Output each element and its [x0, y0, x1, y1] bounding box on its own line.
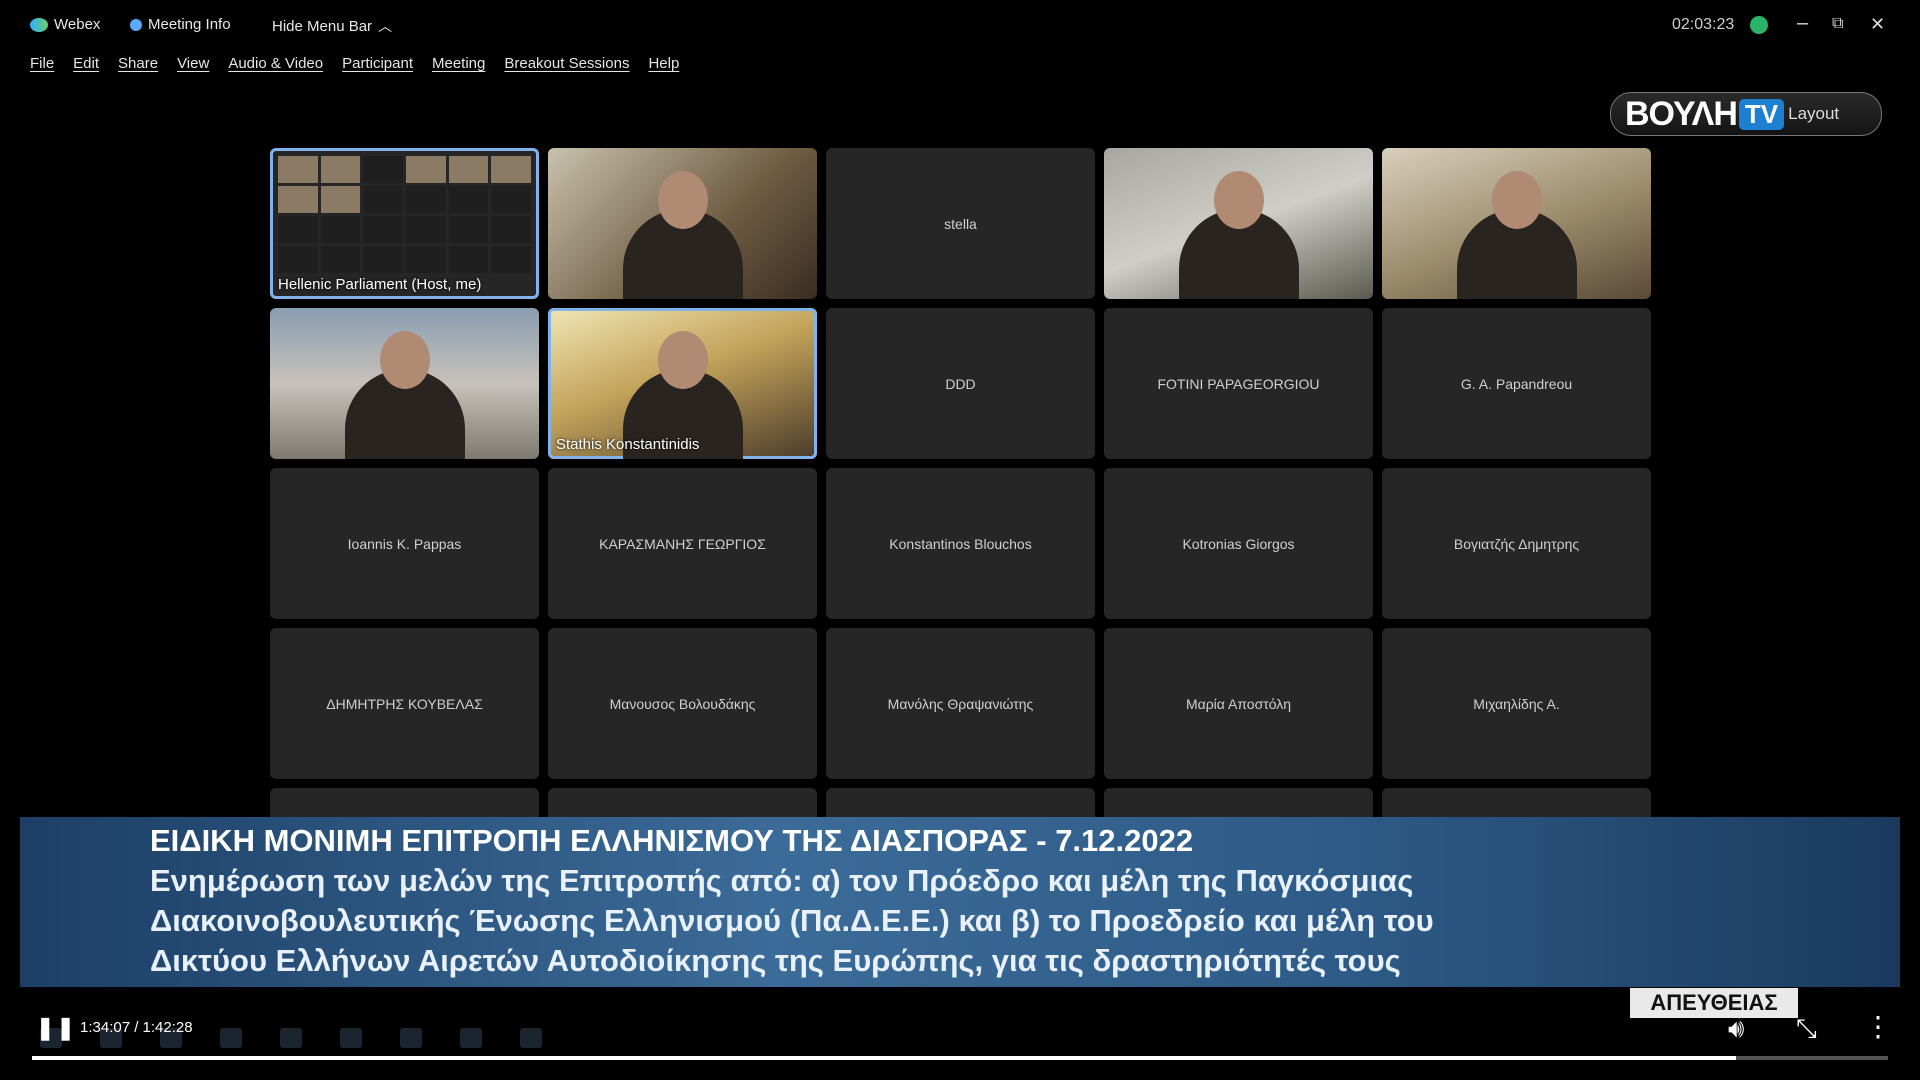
chevron-up-icon: ︿	[378, 18, 393, 34]
participant-tile[interactable]: Konstantinos Blouchos	[826, 468, 1095, 619]
menu-breakout-sessions[interactable]: Breakout Sessions	[504, 55, 629, 72]
participant-tile[interactable]: Μαρία Αποστόλη	[1104, 628, 1373, 779]
tv-badge: TV	[1738, 98, 1785, 130]
participant-tile[interactable]: FOTINI PAPAGEORGIOU	[1104, 308, 1373, 459]
participant-name: Konstantinos Blouchos	[889, 535, 1032, 552]
participant-name: ΚΑΡΑΣΜΑΝΗΣ ΓΕΩΡΓΙΟΣ	[599, 535, 766, 552]
participant-tile[interactable]	[270, 308, 539, 459]
participant-name: stella	[944, 215, 977, 232]
participant-tile[interactable]: Βογιατζής Δημητρης	[1382, 468, 1651, 619]
participant-tile[interactable]: Kotronias Giorgos	[1104, 468, 1373, 619]
menu-share[interactable]: Share	[118, 55, 158, 72]
participant-tile[interactable]: Μανόλης Θραψανιώτης	[826, 628, 1095, 779]
menu-help[interactable]: Help	[648, 55, 679, 72]
app-name: Webex	[54, 16, 101, 33]
participant-name: ΔΗΜΗΤΡΗΣ ΚΟΥΒΕΛΑΣ	[326, 695, 483, 712]
meeting-info-button[interactable]: Meeting Info	[130, 16, 231, 33]
menu-meeting[interactable]: Meeting	[432, 55, 485, 72]
minimize-button[interactable]: –	[1797, 12, 1808, 35]
pause-icon[interactable]: ❚❚	[36, 1015, 77, 1041]
participant-tile[interactable]	[548, 148, 817, 299]
participant-tile[interactable]	[270, 788, 539, 818]
participant-tile[interactable]: Hellenic Parliament (Host, me)	[270, 148, 539, 299]
progress-bar[interactable]	[32, 1056, 1888, 1060]
meeting-timer: 02:03:23	[1672, 16, 1735, 33]
participant-tile[interactable]: DDD	[826, 308, 1095, 459]
participant-tile[interactable]: ΔΗΜΗΤΡΗΣ ΚΟΥΒΕΛΑΣ	[270, 628, 539, 779]
restore-button[interactable]: ⧉	[1832, 15, 1843, 33]
participant-tile[interactable]: Μιχαηλίδης Α.	[1382, 628, 1651, 779]
participant-tile[interactable]: stella	[826, 148, 1095, 299]
menu-edit[interactable]: Edit	[73, 55, 99, 72]
menu-participant[interactable]: Participant	[342, 55, 413, 72]
menu-file[interactable]: File	[30, 55, 54, 72]
participant-name: Μανόλης Θραψανιώτης	[887, 695, 1034, 712]
hide-menu-bar-button[interactable]: Hide Menu Bar ︿	[272, 16, 392, 36]
video-player-controls: ❚❚ 1:34:07 / 1:42:28 🔊︎ ⤡ ⋮	[0, 1000, 1920, 1080]
webex-logo-icon	[30, 17, 48, 32]
hide-menu-label: Hide Menu Bar	[272, 17, 373, 35]
progress-fill	[32, 1056, 1736, 1060]
participant-name: Stathis Konstantinidis	[556, 436, 700, 453]
participant-tile[interactable]: Μανουσος Βολουδάκης	[548, 628, 817, 779]
more-options-icon[interactable]: ⋮	[1864, 1010, 1892, 1043]
meeting-info-label: Meeting Info	[148, 16, 231, 33]
menu-bar: File Edit Share View Audio & Video Parti…	[30, 55, 679, 72]
caption-title: ΕΙΔΙΚΗ ΜΟΝΙΜΗ ΕΠΙΤΡΟΠΗ ΕΛΛΗΝΙΣΜΟΥ ΤΗΣ ΔΙ…	[150, 823, 1194, 858]
shared-screen-thumbnail	[278, 156, 531, 273]
participant-tile[interactable]: Stathis Konstantinidis	[548, 308, 817, 459]
participant-tile[interactable]	[548, 788, 817, 818]
layout-button[interactable]: ΒΟΥΛΗ TV Layout	[1610, 92, 1882, 136]
volume-icon[interactable]: 🔊︎	[1728, 1013, 1744, 1045]
menu-view[interactable]: View	[177, 55, 209, 72]
close-button[interactable]: ✕	[1870, 14, 1885, 35]
vouli-brand: ΒΟΥΛΗ	[1625, 94, 1738, 133]
caption-line: Ενημέρωση των μελών της Επιτροπής από: α…	[150, 863, 1414, 898]
participant-name: Hellenic Parliament (Host, me)	[278, 276, 482, 293]
layout-label: Layout	[1788, 104, 1840, 123]
participant-name: DDD	[945, 375, 976, 392]
participant-name: Μαρία Αποστόλη	[1185, 695, 1292, 712]
participant-name: FOTINI PAPAGEORGIOU	[1157, 375, 1320, 392]
webex-titlebar: Webex Meeting Info Hide Menu Bar ︿ 02:03…	[0, 0, 1920, 52]
participant-tile[interactable]	[826, 788, 1095, 818]
participant-tile[interactable]	[1382, 148, 1651, 299]
participant-tile[interactable]	[1104, 148, 1373, 299]
participant-name: Μιχαηλίδης Α.	[1473, 695, 1560, 712]
participant-tile[interactable]	[1382, 788, 1651, 818]
menu-audio-video[interactable]: Audio & Video	[228, 55, 323, 72]
connection-status-icon	[1750, 16, 1768, 34]
participant-name: Μανουσος Βολουδάκης	[609, 695, 756, 712]
broadcast-caption-banner: ΕΙΔΙΚΗ ΜΟΝΙΜΗ ΕΠΙΤΡΟΠΗ ΕΛΛΗΝΙΣΜΟΥ ΤΗΣ ΔΙ…	[20, 817, 1900, 987]
participant-tile[interactable]: Ioannis K. Pappas	[270, 468, 539, 619]
participant-name: G. A. Papandreou	[1460, 375, 1573, 392]
participant-name: Βογιατζής Δημητρης	[1453, 535, 1580, 552]
participant-tile[interactable]	[1104, 788, 1373, 818]
participant-tile[interactable]: ΚΑΡΑΣΜΑΝΗΣ ΓΕΩΡΓΙΟΣ	[548, 468, 817, 619]
webex-app-label[interactable]: Webex	[30, 16, 100, 33]
participant-name: Ioannis K. Pappas	[347, 535, 462, 552]
caption-line: Δικτύου Ελλήνων Αιρετών Αυτοδιοίκησης τη…	[150, 943, 1401, 978]
info-icon	[130, 18, 142, 31]
participant-tile[interactable]: G. A. Papandreou	[1382, 308, 1651, 459]
caption-line: Διακοινοβουλευτικής Ένωσης Ελληνισμού (Π…	[150, 903, 1434, 938]
playback-time: 1:34:07 / 1:42:28	[80, 1019, 193, 1036]
exit-fullscreen-icon[interactable]: ⤡	[1796, 1013, 1817, 1045]
participant-name: Kotronias Giorgos	[1182, 535, 1295, 552]
